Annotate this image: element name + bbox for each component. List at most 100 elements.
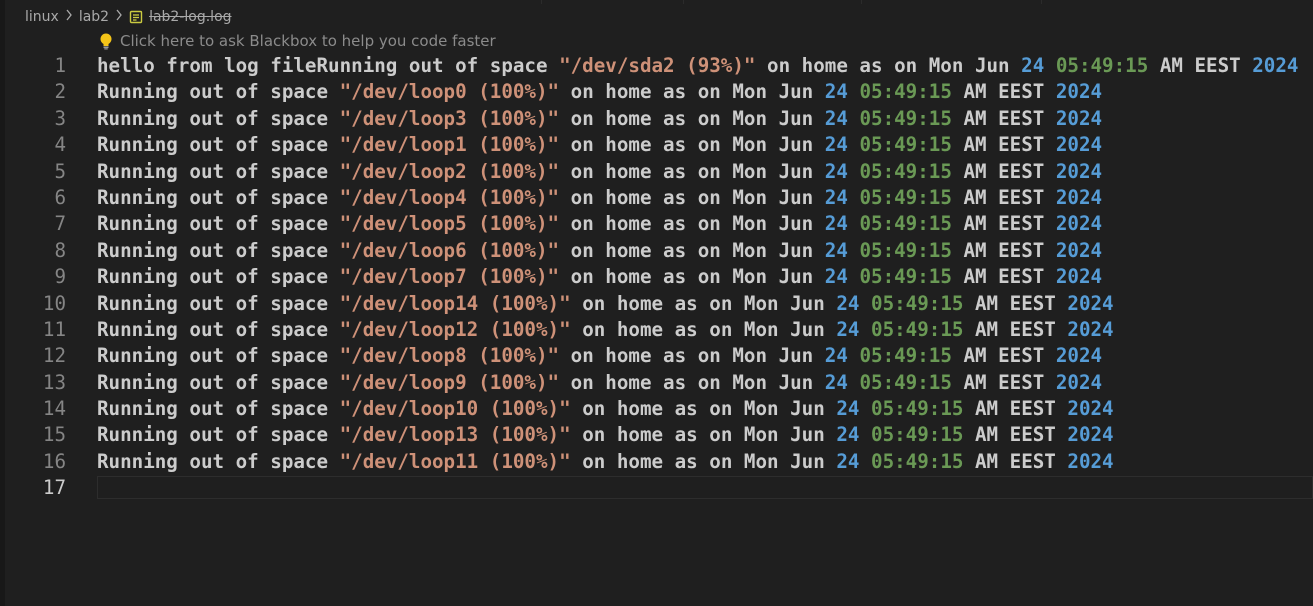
text-space (848, 239, 860, 262)
code-line[interactable]: 13 Running out of space "/dev/loop9 (100%… (0, 370, 1313, 396)
code-line[interactable]: 7 Running out of space "/dev/loop5 (100%)… (0, 211, 1313, 237)
text-space (848, 80, 860, 103)
code-line[interactable]: 11 Running out of space "/dev/loop12 (100… (0, 317, 1313, 343)
text-number: 24 (824, 80, 848, 104)
text-string: "/dev/loop2 (100%)" (339, 159, 560, 183)
blackbox-hint[interactable]: Click here to ask Blackbox to help you c… (98, 30, 496, 52)
text-number: 24 (836, 317, 860, 341)
text-plain: AM EEST (963, 449, 1068, 473)
text-plain: on home as on Mon Jun (559, 265, 825, 289)
text-plain: Running out of space (97, 80, 340, 104)
text-time: 05:49:15 (859, 185, 952, 209)
line-number: 2 (54, 80, 66, 104)
hint-text: Click here to ask Blackbox to help you c… (120, 32, 496, 50)
text-number: 24 (824, 159, 848, 183)
text-number: 24 (836, 291, 860, 315)
text-plain: Running out of space (97, 238, 340, 262)
tab-divider (861, 0, 1042, 4)
text-number: 24 (824, 344, 848, 368)
text-time: 05:49:15 (859, 106, 952, 130)
code-line[interactable]: 3 Running out of space "/dev/loop3 (100%)… (0, 106, 1313, 132)
line-text: Running out of space "/dev/loop9 (100%)"… (97, 370, 1102, 396)
line-text: Running out of space "/dev/loop8 (100%)"… (97, 343, 1102, 369)
text-plain: Running out of space (97, 212, 340, 236)
text-number: 2024 (1055, 185, 1103, 209)
text-space (859, 292, 871, 315)
code-line[interactable]: 16 Running out of space "/dev/loop11 (100… (0, 449, 1313, 475)
text-time: 05:49:15 (871, 423, 964, 447)
code-line[interactable]: 1 hello from log fileRunning out of space… (0, 53, 1313, 79)
code-line[interactable]: 4 Running out of space "/dev/loop1 (100%)… (0, 132, 1313, 158)
text-plain: AM EEST (951, 265, 1056, 289)
code-line[interactable]: 15 Running out of space "/dev/loop13 (100… (0, 422, 1313, 448)
code-line[interactable]: 9 Running out of space "/dev/loop7 (100%)… (0, 264, 1313, 290)
line-text: Running out of space "/dev/loop13 (100%)… (97, 422, 1114, 448)
breadcrumb-item-linux[interactable]: linux (25, 9, 59, 25)
text-number: 2024 (1252, 54, 1299, 77)
text-time: 05:49:15 (859, 238, 952, 262)
breadcrumb-item-lab2[interactable]: lab2 (79, 9, 109, 25)
code-line[interactable]: 14 Running out of space "/dev/loop10 (100… (0, 396, 1313, 422)
code-line[interactable]: 8 Running out of space "/dev/loop6 (100%)… (0, 238, 1313, 264)
text-plain: on home as on Mon Jun (559, 106, 825, 130)
text-plain: Running out of space (97, 423, 340, 447)
code-line[interactable]: 5 Running out of space "/dev/loop2 (100%)… (0, 159, 1313, 185)
text-string: "/dev/sda2 (93%)" (559, 54, 756, 77)
code-line[interactable]: 2 Running out of space "/dev/loop0 (100%)… (0, 79, 1313, 105)
text-number: 2024 (1055, 265, 1103, 289)
code-area[interactable]: 1 hello from log fileRunning out of space… (0, 53, 1313, 502)
text-plain: AM EEST (951, 212, 1056, 236)
code-line[interactable]: 17 (0, 475, 1313, 501)
line-text: Running out of space "/dev/loop5 (100%)"… (97, 211, 1102, 237)
text-plain: AM EEST (951, 344, 1056, 368)
text-number: 2024 (1055, 133, 1103, 157)
line-number: 17 (42, 476, 66, 500)
text-time: 05:49:15 (859, 344, 952, 368)
text-number: 2024 (1067, 291, 1114, 315)
breadcrumb-item-file[interactable]: lab2-log.log (149, 9, 231, 25)
code-line[interactable]: 6 Running out of space "/dev/loop4 (100%)… (0, 185, 1313, 211)
text-string: "/dev/loop13 (100%)" (339, 423, 571, 447)
line-number: 13 (42, 370, 66, 394)
text-time: 05:49:15 (859, 159, 952, 183)
text-time: 05:49:15 (859, 370, 952, 394)
text-space (859, 423, 871, 446)
text-plain: Running out of space (97, 291, 340, 315)
text-space (859, 318, 871, 341)
text-string: "/dev/loop8 (100%)" (339, 344, 560, 368)
text-plain: Running out of space (97, 344, 340, 368)
line-text: Running out of space "/dev/loop2 (100%)"… (97, 159, 1102, 185)
line-number: 1 (54, 54, 66, 77)
line-number: 9 (54, 265, 66, 289)
text-number: 2024 (1067, 397, 1114, 421)
text-number: 2024 (1067, 449, 1114, 473)
line-number: 7 (54, 212, 66, 236)
lightbulb-icon (98, 32, 114, 50)
text-plain: on home as on Mon Jun (559, 238, 825, 262)
text-number: 24 (836, 397, 860, 421)
code-line[interactable]: 12 Running out of space "/dev/loop8 (100%… (0, 343, 1313, 369)
text-string: "/dev/loop3 (100%)" (339, 106, 560, 130)
text-string: "/dev/loop9 (100%)" (339, 370, 560, 394)
line-number: 3 (54, 106, 66, 130)
line-text: Running out of space "/dev/loop10 (100%)… (97, 396, 1114, 422)
text-plain: on home as on Mon Jun (559, 133, 825, 157)
text-number: 2024 (1055, 238, 1103, 262)
line-number: 16 (42, 449, 66, 473)
text-number: 2024 (1067, 423, 1114, 447)
text-plain: AM EEST (963, 317, 1068, 341)
code-line[interactable]: 10 Running out of space "/dev/loop14 (100… (0, 291, 1313, 317)
text-plain: Running out of space (97, 159, 340, 183)
text-number: 24 (836, 423, 860, 447)
text-plain: on home as on Mon Jun (755, 54, 1022, 77)
text-time: 05:49:15 (1055, 54, 1149, 77)
text-plain: Running out of space (97, 397, 340, 421)
line-number: 12 (42, 344, 66, 368)
text-space (848, 212, 860, 235)
text-plain: on home as on Mon Jun (570, 291, 837, 315)
text-number: 24 (1021, 54, 1045, 77)
text-time: 05:49:15 (859, 133, 952, 157)
text-space (848, 186, 860, 209)
line-number: 4 (54, 133, 66, 157)
line-text: Running out of space "/dev/loop11 (100%)… (97, 449, 1114, 475)
